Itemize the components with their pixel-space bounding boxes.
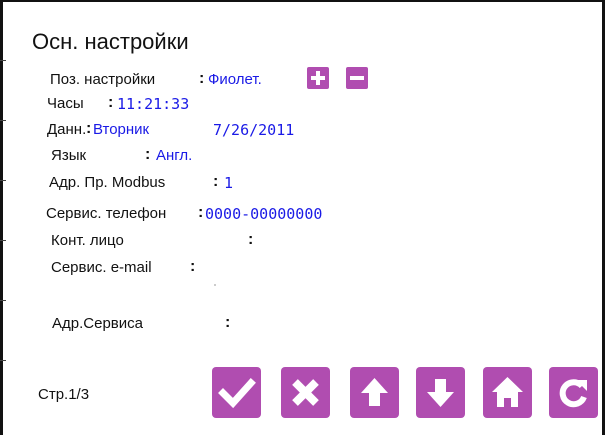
address-label: Адр.Сервиса: [52, 315, 143, 332]
contact-separator: :: [248, 231, 254, 248]
home-icon: [492, 377, 523, 407]
home-button[interactable]: [483, 367, 532, 418]
up-button[interactable]: [350, 367, 399, 418]
down-button[interactable]: [416, 367, 465, 418]
page-indicator: Стр.1/3: [38, 386, 90, 403]
preset-value[interactable]: Фиолет.: [208, 71, 262, 88]
clock-separator: :: [108, 94, 114, 111]
email-label: Сервис. e-mail: [51, 259, 152, 276]
confirm-button[interactable]: [212, 367, 261, 418]
date-day[interactable]: Вторник: [93, 121, 149, 138]
left-border: [0, 0, 3, 435]
minus-icon: [350, 76, 364, 80]
address-separator: :: [225, 314, 231, 331]
date-value[interactable]: 7/26/2011: [213, 121, 294, 139]
arrow-up-icon: [361, 378, 388, 406]
x-icon: [292, 379, 319, 406]
language-label: Язык: [51, 147, 87, 164]
cursor-dot: [214, 284, 216, 286]
modbus-separator: :: [213, 173, 219, 190]
left-tick: [0, 300, 6, 301]
clock-label: Часы: [47, 95, 84, 112]
page-title: Осн. настройки: [32, 29, 189, 54]
preset-separator: :: [199, 70, 205, 87]
language-separator: :: [145, 146, 151, 163]
phone-label: Сервис. телефон: [46, 205, 167, 222]
date-label: Данн.: [47, 121, 87, 138]
clock-value[interactable]: 11:21:33: [117, 95, 189, 113]
refresh-icon: [559, 379, 587, 408]
plus-icon: [311, 71, 325, 85]
left-tick: [0, 120, 6, 121]
modbus-value[interactable]: 1: [224, 174, 233, 192]
date-separator: :: [86, 120, 92, 137]
refresh-button[interactable]: [549, 367, 598, 418]
phone-separator: :: [198, 204, 204, 221]
left-tick: [0, 180, 6, 181]
contact-label: Конт. лицо: [51, 232, 124, 249]
modbus-label: Адр. Пр. Modbus: [49, 174, 166, 191]
plus-button[interactable]: [307, 67, 329, 89]
preset-label: Поз. настройки: [50, 71, 156, 88]
email-separator: :: [190, 258, 196, 275]
cancel-button[interactable]: [281, 367, 330, 418]
language-value[interactable]: Англ.: [156, 147, 192, 164]
minus-button[interactable]: [346, 67, 368, 89]
phone-value[interactable]: 0000-00000000: [205, 205, 322, 223]
left-tick: [0, 360, 6, 361]
left-tick: [0, 240, 6, 241]
left-tick: [0, 60, 6, 61]
arrow-down-icon: [427, 379, 454, 407]
checkmark-icon: [218, 378, 256, 409]
